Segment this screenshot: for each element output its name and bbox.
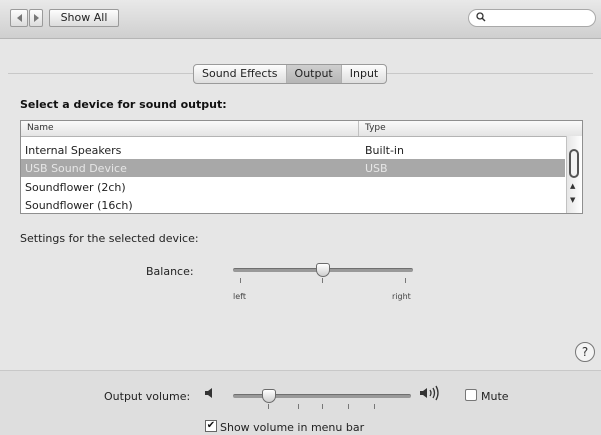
tab-output[interactable]: Output [286,65,342,83]
back-button[interactable] [10,9,28,27]
balance-tick-center [322,278,323,283]
device-type: USB [365,162,388,175]
column-header-name[interactable]: Name [27,123,54,133]
forward-button[interactable] [29,9,43,27]
tab-input[interactable]: Input [342,65,386,83]
balance-label: Balance: [146,265,194,278]
device-table: Name Type Internal Speakers Built-in USB… [20,120,583,214]
column-divider [358,121,359,136]
device-name: Internal Speakers [25,144,122,157]
volume-tick [322,404,323,409]
balance-slider-knob[interactable] [316,263,330,277]
balance-tick-right [405,278,406,283]
output-volume-slider-knob[interactable] [261,389,276,403]
back-arrow-icon [17,14,22,22]
output-volume-label: Output volume: [104,390,191,403]
balance-left-label: left [233,292,246,301]
search-field[interactable] [468,9,596,27]
show-all-button[interactable]: Show All [49,9,119,27]
table-row[interactable]: Soundflower (2ch) [21,178,565,196]
balance-right-label: right [392,292,411,301]
device-type: Built-in [365,144,404,157]
show-volume-checkbox[interactable]: ✔ [205,420,217,432]
toolbar: Show All [0,0,601,39]
device-list-heading: Select a device for sound output: [20,98,227,111]
vertical-scrollbar[interactable]: ▲ ▼ [566,136,582,213]
table-row[interactable]: Soundflower (16ch) [21,196,565,213]
volume-tick [298,404,299,409]
output-volume-slider-track[interactable] [233,394,411,398]
volume-tick [348,404,349,409]
speaker-low-icon [205,388,212,398]
settings-heading: Settings for the selected device: [20,232,199,245]
search-icon [476,12,486,22]
mute-checkbox[interactable] [465,389,477,401]
table-row[interactable]: Internal Speakers Built-in [21,141,565,159]
tab-bar: Sound Effects Output Input [193,64,388,84]
device-name: Soundflower (16ch) [25,199,133,212]
device-name: USB Sound Device [25,162,127,175]
tab-sound-effects[interactable]: Sound Effects [194,65,287,83]
help-button[interactable]: ? [575,342,595,362]
table-header: Name Type [21,121,582,137]
volume-tick [374,404,375,409]
table-row-selected[interactable]: USB Sound Device USB [21,159,565,177]
speaker-high-icon [420,385,439,401]
scroll-down-arrow-icon[interactable]: ▼ [570,196,575,204]
balance-tick-left [240,278,241,283]
show-volume-label: Show volume in menu bar [220,421,365,434]
column-header-type[interactable]: Type [365,123,386,133]
volume-tick [268,404,269,409]
forward-arrow-icon [34,14,39,22]
mute-label: Mute [481,390,509,403]
scroll-up-arrow-icon[interactable]: ▲ [570,182,575,190]
device-name: Soundflower (2ch) [25,181,126,194]
scroll-thumb[interactable] [569,149,579,178]
